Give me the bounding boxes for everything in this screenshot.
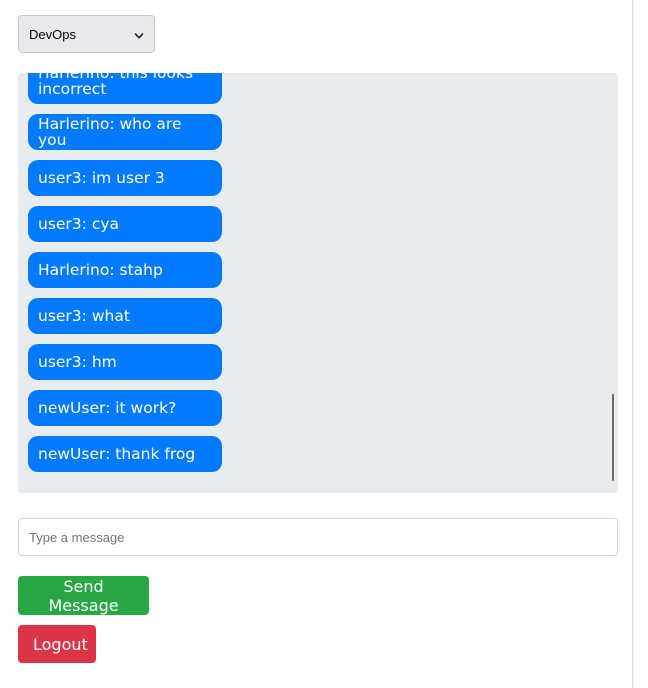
message-bubble: newUser: it work? xyxy=(28,390,222,426)
message-text: Harlerino: stahp xyxy=(38,261,163,279)
send-message-button[interactable]: Send Message xyxy=(18,576,149,615)
message-text: Harlerino: this looks incorrect xyxy=(38,73,194,98)
message-bubble: Harlerino: stahp xyxy=(28,252,222,288)
message-text: user3: what xyxy=(38,307,130,325)
message-text: user3: im user 3 xyxy=(38,169,165,187)
message-bubble: user3: what xyxy=(28,298,222,334)
message-text: Harlerino: who are you xyxy=(38,115,182,149)
chevron-down-icon xyxy=(134,29,144,39)
message-bubble: Harlerino: who are you xyxy=(28,114,222,150)
message-bubble: newUser: thank frog xyxy=(28,436,222,472)
chat-messages-panel[interactable]: Harlerino: this looks incorrect Harlerin… xyxy=(18,73,618,493)
message-text: newUser: it work? xyxy=(38,399,177,417)
message-text: user3: hm xyxy=(38,353,117,371)
message-bubble: user3: cya xyxy=(28,206,222,242)
message-bubble: user3: im user 3 xyxy=(28,160,222,196)
chat-scrollbar[interactable] xyxy=(612,394,614,481)
logout-button[interactable]: Logout xyxy=(18,625,96,663)
room-select[interactable]: DevOps xyxy=(18,15,155,53)
message-text: newUser: thank frog xyxy=(38,445,196,463)
room-select-value: DevOps xyxy=(29,26,76,42)
message-list: Harlerino: this looks incorrect Harlerin… xyxy=(28,73,588,482)
message-bubble: user3: hm xyxy=(28,344,222,380)
message-input[interactable] xyxy=(18,518,618,556)
message-text: user3: cya xyxy=(38,215,120,233)
message-bubble: Harlerino: this looks incorrect xyxy=(28,73,222,104)
